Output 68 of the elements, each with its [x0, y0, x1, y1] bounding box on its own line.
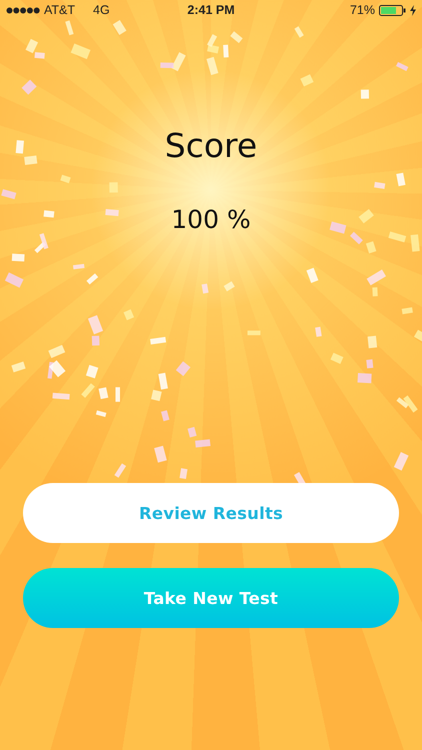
confetti-piece: [1, 189, 16, 200]
carrier-name: AT&T: [44, 3, 76, 17]
confetti-piece: [414, 330, 422, 342]
confetti-piece: [105, 209, 119, 216]
confetti-piece: [60, 174, 71, 184]
confetti-piece: [39, 233, 48, 250]
confetti-piece: [116, 387, 120, 402]
confetti-piece: [224, 281, 235, 292]
take-test-button[interactable]: Take New Test: [23, 568, 399, 628]
confetti-piece: [195, 439, 210, 448]
network-type: 4G: [93, 3, 110, 17]
confetti-piece: [180, 468, 188, 479]
confetti-piece: [396, 62, 408, 72]
score-value: 100 %: [171, 205, 251, 234]
confetti-piece: [330, 352, 344, 364]
confetti-piece: [150, 336, 166, 345]
confetti-piece: [109, 182, 118, 193]
confetti-piece: [402, 307, 413, 314]
confetti-piece: [98, 387, 108, 400]
confetti-piece: [161, 410, 170, 422]
confetti-piece: [358, 373, 372, 384]
confetti-piece: [410, 234, 420, 252]
confetti-piece: [188, 426, 197, 438]
confetti-piece: [330, 222, 346, 234]
confetti-piece: [154, 446, 167, 463]
confetti-piece: [366, 241, 376, 254]
confetti-piece: [306, 268, 318, 283]
confetti-piece: [366, 359, 374, 368]
battery-percent: 71%: [350, 3, 375, 17]
confetti-piece: [374, 182, 386, 189]
confetti-piece: [70, 44, 91, 60]
confetti-piece: [65, 20, 74, 36]
status-time: 2:41 PM: [187, 3, 235, 17]
confetti-piece: [372, 287, 378, 296]
confetti-piece: [202, 284, 209, 294]
confetti-piece: [81, 383, 95, 398]
confetti-piece: [360, 90, 369, 99]
confetti-piece: [24, 156, 38, 165]
review-button[interactable]: Review Results: [23, 483, 399, 543]
charging-icon: [410, 4, 416, 16]
confetti-piece: [396, 172, 406, 186]
battery-icon: [379, 4, 406, 16]
confetti-piece: [248, 330, 260, 336]
confetti-piece: [114, 463, 126, 478]
confetti-piece: [48, 344, 66, 358]
confetti-piece: [294, 26, 304, 38]
confetti-piece: [72, 264, 84, 270]
confetti-piece: [350, 232, 363, 244]
confetti-piece: [388, 232, 406, 242]
signal-icon: [6, 6, 40, 14]
confetti-piece: [206, 56, 218, 76]
confetti-piece: [366, 270, 386, 286]
confetti-piece: [124, 309, 134, 320]
confetti-piece: [96, 410, 106, 417]
confetti-piece: [315, 326, 322, 337]
confetti-piece: [11, 362, 26, 372]
confetti-piece: [44, 210, 54, 218]
confetti-piece: [16, 140, 24, 154]
score-title: Score: [164, 126, 258, 165]
confetti-piece: [12, 254, 25, 262]
confetti-piece: [52, 392, 70, 400]
confetti-piece: [394, 452, 409, 471]
confetti-piece: [86, 364, 98, 378]
confetti-piece: [86, 273, 98, 285]
confetti-piece: [4, 272, 24, 288]
confetti-piece: [300, 74, 314, 87]
confetti-piece: [368, 336, 378, 348]
confetti-piece: [112, 20, 126, 35]
